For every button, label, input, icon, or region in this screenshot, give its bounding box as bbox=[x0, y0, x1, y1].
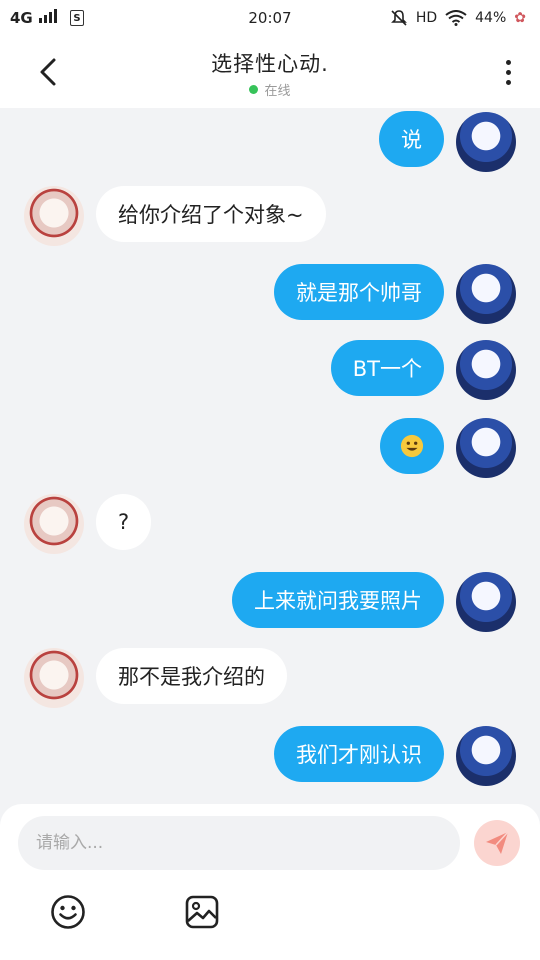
message-row bbox=[0, 418, 540, 478]
mute-icon bbox=[390, 10, 407, 26]
message-text: 我们才刚认识 bbox=[296, 743, 422, 767]
send-button[interactable] bbox=[474, 820, 520, 866]
smile-emoji-icon bbox=[400, 434, 424, 458]
battery-icon: ✿ bbox=[514, 10, 526, 26]
send-icon bbox=[486, 831, 509, 854]
chat-title: 选择性心动. bbox=[211, 52, 329, 76]
image-button[interactable] bbox=[182, 892, 222, 932]
message-text: 上来就问我要照片 bbox=[254, 589, 422, 613]
message-bubble[interactable]: ? bbox=[96, 494, 152, 550]
my-avatar[interactable] bbox=[456, 264, 516, 324]
message-text: 那不是我介绍的 bbox=[118, 665, 265, 689]
chat-title-area: 选择性心动. 在线 bbox=[0, 48, 540, 99]
emoji-icon bbox=[51, 895, 85, 929]
message-bubble[interactable]: 我们才刚认识 bbox=[274, 726, 444, 782]
message-bubble[interactable]: 上来就问我要照片 bbox=[232, 572, 444, 628]
message-text: BT一个 bbox=[352, 357, 422, 381]
battery-percent: 44% bbox=[475, 10, 507, 26]
message-bubble[interactable] bbox=[380, 418, 444, 474]
message-row: 给你介绍了个对象~ bbox=[0, 186, 540, 246]
message-row: 就是那个帅哥 bbox=[0, 264, 540, 324]
more-icon-dot bbox=[505, 69, 511, 75]
image-icon bbox=[185, 895, 219, 929]
message-text: 给你介绍了个对象~ bbox=[118, 203, 304, 227]
message-bubble[interactable]: BT一个 bbox=[330, 340, 444, 396]
my-avatar[interactable] bbox=[456, 112, 516, 172]
message-row: 我们才刚认识 bbox=[0, 726, 540, 786]
my-avatar[interactable] bbox=[456, 572, 516, 632]
signal-icon bbox=[38, 9, 57, 23]
message-composer bbox=[0, 804, 540, 960]
online-status: 在线 bbox=[0, 80, 540, 99]
contact-avatar[interactable] bbox=[24, 186, 84, 246]
contact-avatar[interactable] bbox=[24, 648, 84, 708]
message-bubble[interactable]: 那不是我介绍的 bbox=[96, 648, 287, 704]
hd-label: HD bbox=[415, 10, 438, 26]
message-row: 那不是我介绍的 bbox=[0, 648, 540, 708]
message-row: ? bbox=[0, 494, 540, 554]
sim-icon: S bbox=[69, 10, 84, 26]
contact-avatar[interactable] bbox=[24, 494, 84, 554]
more-icon-dot bbox=[505, 79, 511, 85]
message-row: 上来就问我要照片 bbox=[0, 572, 540, 632]
emoji-button[interactable] bbox=[48, 892, 88, 932]
message-bubble[interactable]: 就是那个帅哥 bbox=[274, 264, 444, 320]
message-bubble[interactable]: 说 bbox=[379, 111, 444, 167]
status-right: HD 44% ✿ bbox=[390, 9, 526, 27]
more-button[interactable] bbox=[494, 54, 522, 90]
more-icon-dot bbox=[505, 59, 511, 65]
message-bubble[interactable]: 给你介绍了个对象~ bbox=[96, 186, 326, 242]
status-bar: 4G S 20:07 HD 44% ✿ bbox=[0, 0, 540, 36]
message-list[interactable]: 说 给你介绍了个对象~ 就是那个帅哥 BT一个 ? 上来就问我要照片 那不是我介… bbox=[0, 108, 540, 804]
wifi-icon bbox=[445, 10, 467, 26]
my-avatar[interactable] bbox=[456, 340, 516, 400]
message-row: 说 bbox=[0, 110, 540, 172]
message-row: BT一个 bbox=[0, 340, 540, 400]
message-input[interactable] bbox=[18, 816, 460, 870]
my-avatar[interactable] bbox=[456, 418, 516, 478]
status-left: 4G S bbox=[10, 9, 84, 27]
network-indicator: 4G bbox=[10, 9, 60, 27]
message-text: 说 bbox=[401, 128, 422, 152]
online-status-label: 在线 bbox=[264, 84, 291, 99]
online-dot bbox=[249, 85, 259, 94]
chat-header: 选择性心动. 在线 bbox=[0, 36, 540, 108]
message-text: 就是那个帅哥 bbox=[296, 281, 422, 305]
message-text: ? bbox=[118, 510, 130, 534]
network-label: 4G bbox=[10, 9, 33, 27]
my-avatar[interactable] bbox=[456, 726, 516, 786]
